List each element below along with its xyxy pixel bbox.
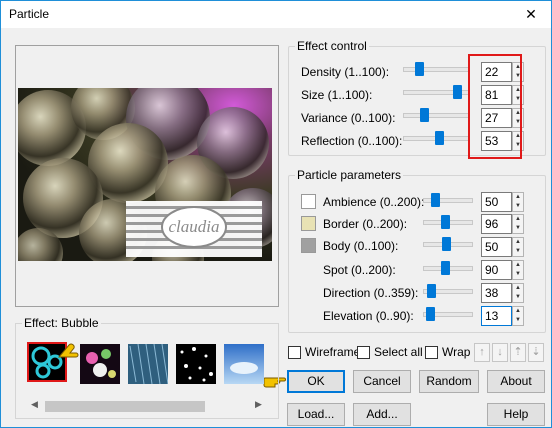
border-spinner[interactable]: ▲ ▼ (512, 214, 524, 234)
ok-button[interactable]: OK (287, 370, 345, 393)
watermark-text: claudia (169, 217, 220, 236)
title-bar: Particle ✕ (1, 1, 551, 28)
scroll-right-icon[interactable]: ▶ (255, 399, 262, 410)
preset-scrollbar[interactable]: ◀ ▶ (27, 398, 267, 415)
ambience-label: Ambience (0..200): (323, 195, 425, 209)
density-slider-thumb[interactable] (415, 62, 424, 76)
wireframe-checkbox[interactable] (288, 346, 301, 359)
ambience-spinner[interactable]: ▲ ▼ (512, 192, 524, 212)
preset-sky-thumbnail[interactable] (224, 344, 264, 384)
spin-down-icon[interactable]: ▼ (513, 316, 523, 325)
close-icon[interactable]: ✕ (511, 1, 551, 28)
select-all-checkbox[interactable] (357, 346, 370, 359)
density-slider[interactable] (403, 67, 469, 72)
watermark-stripes: claudia (126, 201, 262, 257)
direction-label: Direction (0..359): (323, 286, 419, 300)
border-field[interactable]: 96 (481, 214, 512, 234)
move-up-arrow-icon[interactable]: ↑ (474, 343, 490, 362)
spot-field[interactable]: 90 (481, 260, 512, 280)
spin-down-icon[interactable]: ▼ (513, 224, 523, 233)
select-all-label: Select all (374, 345, 423, 359)
elevation-slider-thumb[interactable] (426, 307, 435, 321)
ambience-slider-thumb[interactable] (431, 193, 440, 207)
spin-up-icon[interactable]: ▲ (513, 284, 523, 293)
effect-label: Effect: Bubble (22, 316, 101, 330)
random-button[interactable]: Random (419, 370, 479, 393)
variance-slider-thumb[interactable] (420, 108, 429, 122)
ambience-color-swatch[interactable] (301, 194, 316, 209)
direction-slider-thumb[interactable] (427, 284, 436, 298)
about-button[interactable]: About (487, 370, 545, 393)
spin-down-icon[interactable]: ▼ (513, 202, 523, 211)
highlight-box (468, 54, 522, 159)
direction-field[interactable]: 38 (481, 283, 512, 303)
spin-down-icon[interactable]: ▼ (513, 293, 523, 302)
variance-label: Variance (0..100): (301, 111, 396, 125)
body-color-swatch[interactable] (301, 238, 316, 253)
preview-image: claudia (18, 88, 272, 261)
wrap-label: Wrap (442, 345, 471, 359)
spin-down-icon[interactable]: ▼ (513, 247, 523, 256)
variance-slider[interactable] (403, 113, 469, 118)
preset-rain-thumbnail[interactable] (128, 344, 168, 384)
body-label: Body (0..100): (323, 239, 399, 253)
border-label: Border (0..200): (323, 217, 408, 231)
body-spinner[interactable]: ▲ ▼ (512, 237, 524, 257)
particle-dialog: Particle ✕ claudia Effect control Densit… (0, 0, 552, 428)
move-down-arrow-icon[interactable]: ↓ (492, 343, 508, 362)
elevation-field[interactable]: 13 (481, 306, 512, 326)
preset-snow-thumbnail[interactable] (176, 344, 216, 384)
spin-up-icon[interactable]: ▲ (513, 238, 523, 247)
elevation-spinner[interactable]: ▲ ▼ (512, 306, 524, 326)
size-label: Size (1..100): (301, 88, 373, 102)
effect-control-title: Effect control (295, 39, 369, 53)
spin-up-icon[interactable]: ▲ (513, 261, 523, 270)
load-button[interactable]: Load... (287, 403, 345, 426)
elevation-label: Elevation (0..90): (323, 309, 414, 323)
body-slider-thumb[interactable] (442, 237, 451, 251)
body-field[interactable]: 50 (481, 237, 512, 257)
spin-down-icon[interactable]: ▼ (513, 270, 523, 279)
spot-label: Spot (0..200): (323, 263, 396, 277)
reflection-label: Reflection (0..100): (301, 134, 403, 148)
move-bottom-arrow-icon[interactable]: ⇣ (528, 343, 544, 362)
wireframe-label: Wireframe (305, 345, 361, 359)
border-color-swatch[interactable] (301, 216, 316, 231)
help-button[interactable]: Help (487, 403, 545, 426)
ambience-field[interactable]: 50 (481, 192, 512, 212)
scrollbar-thumb[interactable] (45, 401, 205, 412)
wrap-checkbox[interactable] (425, 346, 438, 359)
spin-up-icon[interactable]: ▲ (513, 215, 523, 224)
direction-spinner[interactable]: ▲ ▼ (512, 283, 524, 303)
border-slider-thumb[interactable] (441, 215, 450, 229)
preview-panel: claudia (15, 45, 279, 307)
size-slider-thumb[interactable] (453, 85, 462, 99)
particle-parameters-title: Particle parameters (295, 168, 404, 182)
hand-pointer-icon (57, 343, 79, 358)
add-button[interactable]: Add... (353, 403, 411, 426)
spot-slider-thumb[interactable] (441, 261, 450, 275)
scroll-left-icon[interactable]: ◀ (31, 399, 38, 410)
spot-spinner[interactable]: ▲ ▼ (512, 260, 524, 280)
density-label: Density (1..100): (301, 65, 390, 79)
reflection-slider-thumb[interactable] (435, 131, 444, 145)
cancel-button[interactable]: Cancel (353, 370, 411, 393)
move-top-arrow-icon[interactable]: ⇡ (510, 343, 526, 362)
spin-up-icon[interactable]: ▲ (513, 307, 523, 316)
preset-sparkle-thumbnail[interactable] (80, 344, 120, 384)
spin-up-icon[interactable]: ▲ (513, 193, 523, 202)
window-title: Particle (9, 7, 50, 21)
